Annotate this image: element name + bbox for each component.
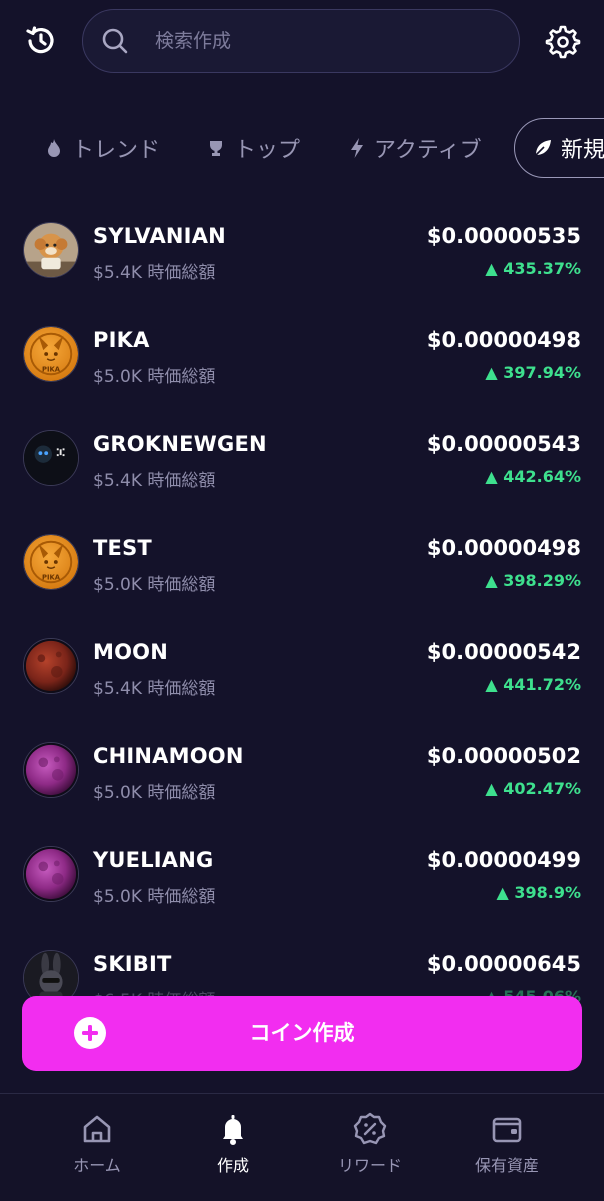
flame-icon [48,139,60,157]
coin-change: ▲ 441.72% [485,675,581,694]
tab-active-label: アクティブ [374,138,482,163]
coin-market-cap: $5.0K 時価総額 [93,783,216,803]
coin-price: $0.00000498 [426,536,581,560]
coin-price: $0.00000535 [426,224,581,248]
list-item[interactable]: SYLVANIAN $5.4K 時価総額 $0.00000535 ▲ 435.3… [0,198,604,302]
lightning-icon [351,138,363,158]
coin-change: ▲ 397.94% [485,363,581,382]
search-bar[interactable] [82,9,520,73]
coin-market-cap: $5.0K 時価総額 [93,367,216,387]
coin-avatar [23,742,79,798]
create-coin-button[interactable]: コイン作成 [22,996,582,1071]
bell-icon [223,1115,243,1145]
up-arrow-icon: ▲ [496,883,515,902]
coin-change-value: 398.29% [503,571,581,590]
list-item[interactable]: CHINAMOON $5.0K 時価総額 $0.00000502 ▲ 402.4… [0,718,604,822]
list-item[interactable]: MOON $5.4K 時価総額 $0.00000542 ▲ 441.72% [0,614,604,718]
coin-price: $0.00000502 [426,744,581,768]
coin-name: YUELIANG [93,848,214,872]
coin-name: SKIBIT [93,952,172,976]
up-arrow-icon: ▲ [485,779,504,798]
wallet-icon [492,1117,522,1143]
tab-top-label: トップ [234,138,301,163]
coin-price: $0.00000498 [426,328,581,352]
coin-change-value: 398.9% [514,883,581,902]
coin-avatar [23,430,79,486]
nav-create-label: 作成 [216,1156,249,1175]
up-arrow-icon: ▲ [485,363,504,382]
tab-active[interactable]: アクティブ [348,118,482,178]
list-item[interactable]: PIKA PIKA $5.0K 時価総額 $0.00000498 ▲ 397.9… [0,302,604,406]
list-item[interactable]: PIKA TEST $5.0K 時価総額 $0.00000498 ▲ 398.2… [0,510,604,614]
leaf-icon [535,140,551,156]
filter-tabs: トレンド トップ アクティブ 新規 [0,118,604,180]
top-bar [0,0,604,90]
nav-home-label: ホーム [73,1156,121,1175]
nav-rewards[interactable]: リワード [310,1112,430,1176]
svg-text:PIKA: PIKA [42,573,61,581]
search-icon [102,28,128,54]
coin-change-value: 435.37% [503,259,581,278]
up-arrow-icon: ▲ [485,675,504,694]
gear-icon[interactable] [544,22,582,60]
up-arrow-icon: ▲ [485,467,504,486]
bottom-nav: ホーム 作成 リワード 保有資産 [0,1093,604,1201]
coin-change-value: 442.64% [503,467,581,486]
list-item[interactable]: GROKNEWGEN $5.4K 時価総額 $0.00000543 ▲ 442.… [0,406,604,510]
coin-name: MOON [93,640,168,664]
coin-change-value: 397.94% [503,363,581,382]
coin-market-cap: $5.0K 時価総額 [93,887,216,907]
coin-price: $0.00000499 [426,848,581,872]
nav-holdings[interactable]: 保有資産 [447,1112,567,1176]
nav-create[interactable]: 作成 [173,1112,293,1176]
trophy-icon [210,141,222,156]
nav-holdings-label: 保有資産 [474,1156,539,1175]
reward-badge-icon [353,1112,387,1145]
coin-change: ▲ 402.47% [485,779,581,798]
coin-price: $0.00000543 [426,432,581,456]
search-input[interactable] [153,10,497,72]
coin-change-value: 402.47% [503,779,581,798]
coin-name: TEST [93,536,152,560]
tab-trend-label: トレンド [72,138,161,163]
coin-price: $0.00000645 [426,952,581,976]
coin-market-cap: $5.4K 時価総額 [93,679,216,699]
coin-avatar [23,846,79,902]
coin-change: ▲ 398.9% [496,883,581,902]
coin-avatar: PIKA [23,326,79,382]
nav-home[interactable]: ホーム [37,1112,157,1176]
tab-trend[interactable]: トレンド [44,118,160,178]
coin-avatar [23,222,79,278]
coin-change: ▲ 435.37% [485,259,581,278]
coin-change-value: 441.72% [503,675,581,694]
tab-new[interactable]: 新規 [514,118,604,178]
tab-top[interactable]: トップ [206,118,300,178]
coin-market-cap: $5.4K 時価総額 [93,263,216,283]
up-arrow-icon: ▲ [485,571,504,590]
up-arrow-icon: ▲ [485,259,504,278]
coin-name: SYLVANIAN [93,224,226,248]
coin-change: ▲ 442.64% [485,467,581,486]
coin-market-cap: $5.4K 時価総額 [93,471,216,491]
home-icon [83,1115,111,1143]
coin-name: GROKNEWGEN [93,432,267,456]
history-icon[interactable] [22,22,60,60]
list-item[interactable]: YUELIANG $5.0K 時価総額 $0.00000499 ▲ 398.9% [0,822,604,926]
coin-avatar: PIKA [23,534,79,590]
coin-name: PIKA [93,328,150,352]
coin-market-cap: $5.0K 時価総額 [93,575,216,595]
coin-price: $0.00000542 [426,640,581,664]
svg-text:PIKA: PIKA [42,365,61,373]
coin-change: ▲ 398.29% [485,571,581,590]
nav-rewards-label: リワード [337,1156,402,1175]
coin-avatar [23,638,79,694]
create-coin-label: コイン作成 [249,1021,355,1045]
coin-name: CHINAMOON [93,744,244,768]
tab-new-label: 新規 [561,138,604,163]
